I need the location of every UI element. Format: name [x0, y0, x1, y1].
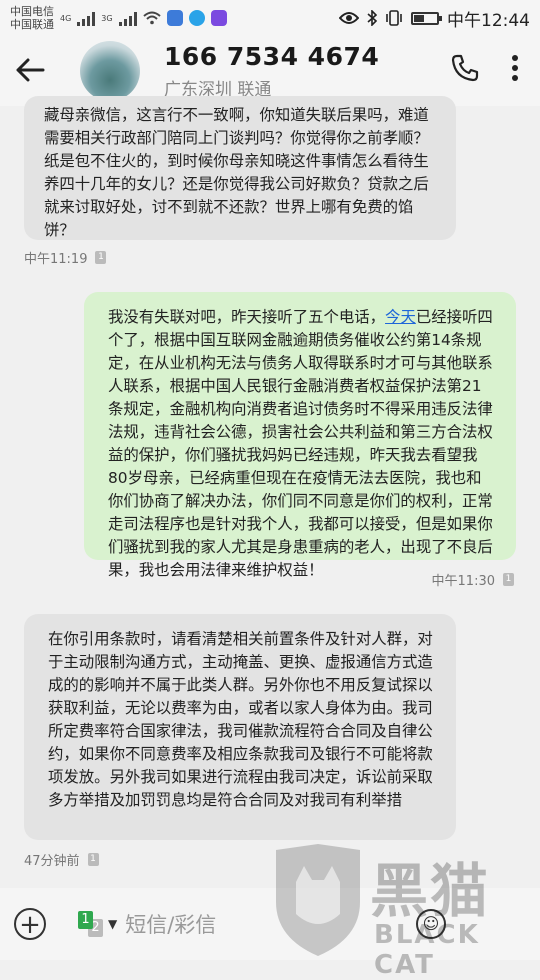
status-time: 中午12:44 — [447, 10, 530, 31]
call-phone-icon[interactable] — [440, 53, 490, 90]
message-text: 藏母亲微信，这言行不一致啊，你知道失联后果吗，难道需要相关行政部门陪同上门谈判吗… — [44, 106, 429, 239]
sim-selector[interactable]: 2 1 — [78, 911, 104, 937]
network-type-2: 3G — [101, 13, 113, 23]
vibrate-icon — [386, 10, 402, 26]
contact-info[interactable]: 166 7534 4674 广东深圳 联通 — [164, 42, 440, 100]
battery-icon — [411, 11, 442, 25]
emoji-icon[interactable]: ☺ — [416, 909, 446, 939]
message-bubble-outgoing[interactable]: 我没有失联对吧，昨天接听了五个电话，今天已经接听四个了，根据中国互联网金融逾期债… — [84, 292, 516, 579]
message-bubble-incoming[interactable]: 藏母亲微信，这言行不一致啊，你知道失联后果吗，难道需要相关行政部门陪同上门谈判吗… — [24, 96, 456, 240]
message-text: 已经接听四个了，根据中国互联网金融逾期债务催收公约第14条规定，在从业机构无法与… — [108, 308, 493, 579]
app-notification-icon — [188, 10, 205, 26]
sim-card-icon: 1 — [503, 573, 514, 586]
carrier-2: 中国联通 — [10, 18, 54, 31]
signal-icon — [118, 10, 137, 26]
message-input-placeholder: 短信/彩信 — [125, 913, 217, 937]
app-notification-icon — [166, 10, 183, 26]
message-timestamp: 中午11:30 1 — [432, 570, 514, 589]
message-bubble-incoming[interactable]: 在你引用条款时，请看清楚相关前置条件及针对人群，对于主动限制沟通方式，主动掩盖、… — [24, 614, 456, 840]
more-options-icon[interactable] — [490, 54, 540, 89]
date-link[interactable]: 今天 — [385, 308, 416, 326]
bluetooth-icon — [367, 10, 377, 26]
signal-icon — [77, 10, 96, 26]
message-timestamp: 47分钟前 1 — [24, 850, 99, 869]
sim-card-icon: 1 — [95, 251, 107, 264]
status-bar: 中国电信 中国联通 4G 3G 中午12:44 — [0, 0, 540, 36]
add-attachment-icon[interactable]: + — [14, 908, 46, 940]
message-timestamp: 中午11:19 1 — [24, 248, 107, 267]
contact-avatar[interactable] — [80, 41, 140, 101]
carrier-1: 中国电信 — [10, 5, 54, 18]
app-notification-icon — [210, 10, 227, 26]
back-arrow-icon[interactable] — [0, 51, 60, 91]
message-text: 我没有失联对吧，昨天接听了五个电话， — [108, 308, 386, 326]
sim-primary-badge: 1 — [78, 911, 93, 929]
contact-phone-number: 166 7534 4674 — [164, 42, 380, 71]
network-type-1: 4G — [60, 13, 72, 23]
eye-icon — [339, 12, 359, 24]
message-text: 在你引用条款时，请看清楚相关前置条件及针对人群，对于主动限制沟通方式，主动掩盖、… — [48, 630, 433, 809]
wifi-icon — [142, 11, 161, 25]
chevron-down-icon[interactable]: ▼ — [108, 917, 117, 931]
compose-bar: + 2 1 ▼ 短信/彩信 ☺ — [0, 888, 540, 960]
message-input[interactable]: 2 1 ▼ 短信/彩信 — [78, 900, 416, 948]
sim-card-icon: 1 — [87, 853, 99, 866]
